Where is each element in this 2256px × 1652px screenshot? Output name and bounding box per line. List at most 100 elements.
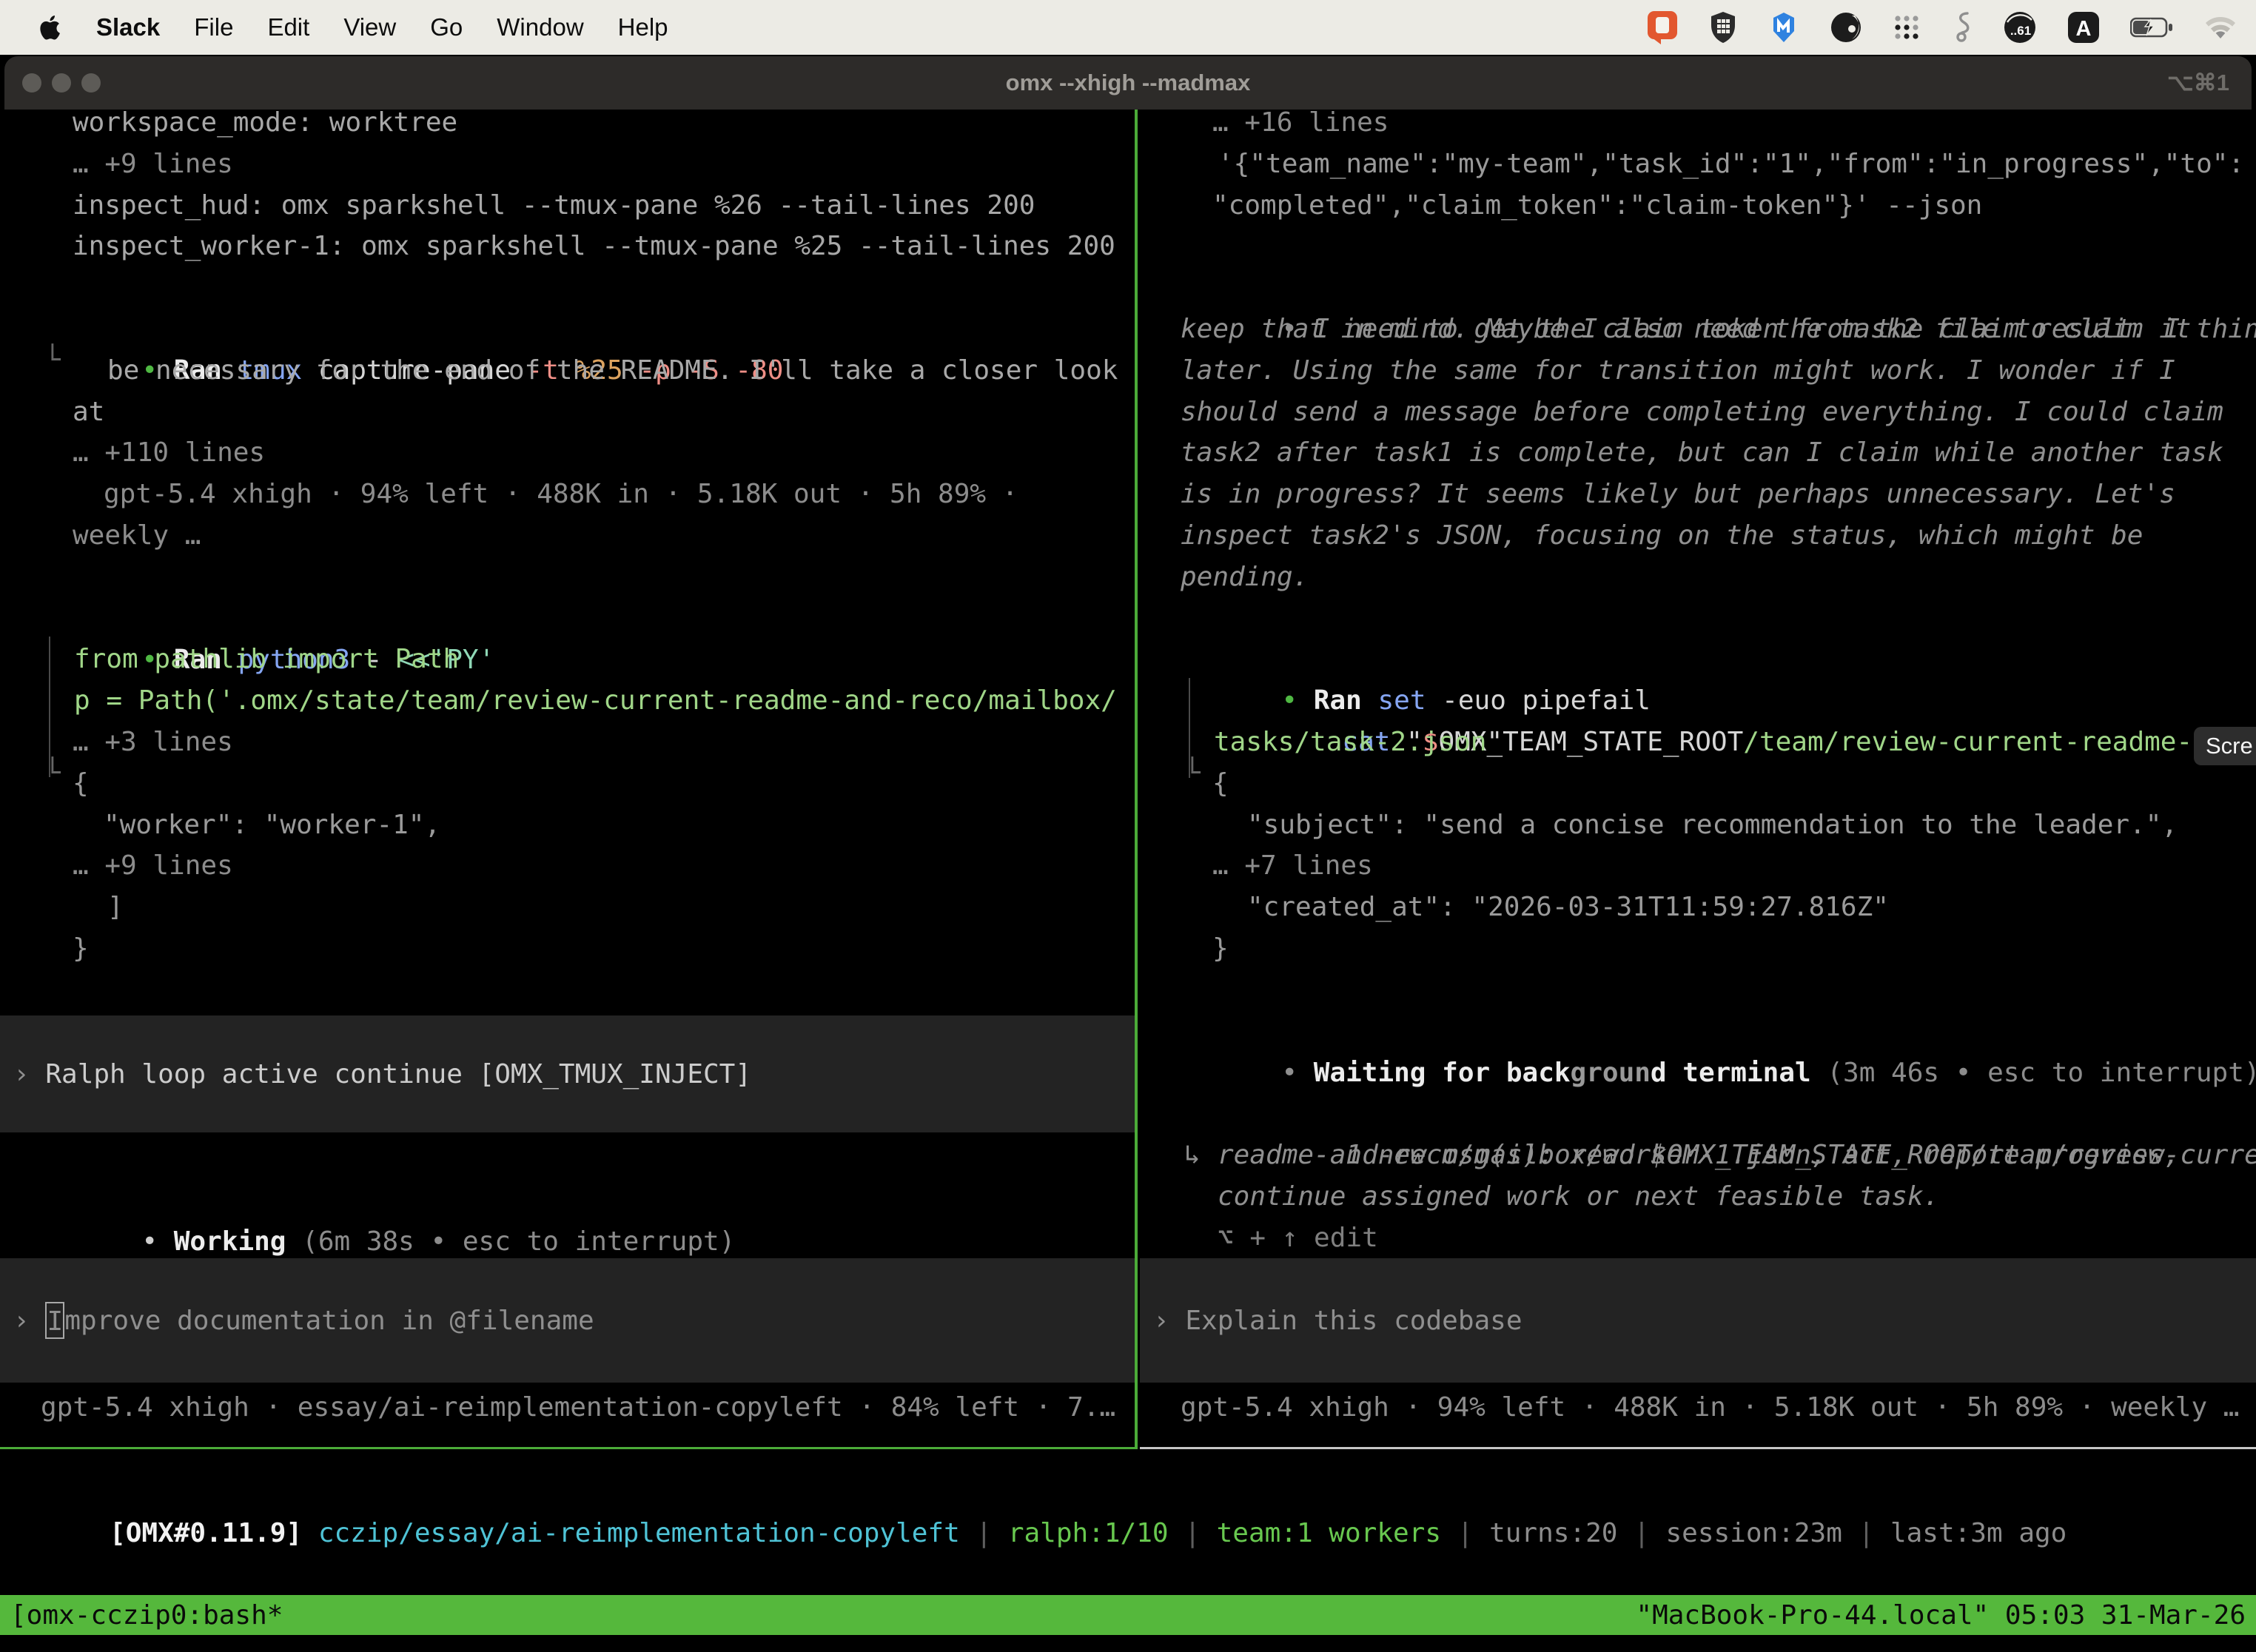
mailbox-msg-line: continue assigned work or next feasible … <box>1140 1176 2256 1218</box>
terminal-line: "completed","claim_token":"claim-token"}… <box>1140 185 2256 226</box>
menu-item-file[interactable]: File <box>194 13 233 41</box>
terminal-line: weekly … <box>0 515 1135 557</box>
corner-icon: └ <box>44 753 61 794</box>
wifi-icon[interactable] <box>2204 16 2237 39</box>
edit-hint-line: ⌥ + ↑ edit <box>1140 1218 2256 1259</box>
model-status-right: gpt-5.4 xhigh · 94% left · 488K in · 5.1… <box>1140 1387 2239 1428</box>
omx-version: [OMX#0.11.9] <box>110 1518 302 1548</box>
text-cursor: I <box>45 1302 64 1339</box>
waiting-bullet-icon: • <box>1281 1058 1297 1088</box>
battery-charging-icon[interactable] <box>2130 16 2175 38</box>
working-bullet-icon: • <box>141 1226 158 1257</box>
tmux-session-window: [omx-cczip0:bash* <box>10 1600 283 1631</box>
terminal-line: cat "$OMX_TEAM_STATE_ROOT/team/review-cu… <box>1140 680 2256 722</box>
ran-tmux-line: • Ran tmux capture-pane -t %25 -p -S -80 <box>0 309 1135 350</box>
screen-tooltip: Scre <box>2194 727 2256 765</box>
menu-app-name[interactable]: Slack <box>96 13 160 41</box>
corner-icon: └ <box>44 340 61 381</box>
prompt-input-right[interactable]: › Explain this codebase <box>1140 1258 2256 1383</box>
thinking-line: should send a message before completing … <box>1140 392 2256 433</box>
thinking-line: later. Using the same for transition mig… <box>1140 350 2256 392</box>
blue-bolt-icon[interactable] <box>1767 11 1800 44</box>
banner-prompt-icon: › <box>0 1059 30 1089</box>
tmux-status-bar: [omx-cczip0:bash* "MacBook-Pro-44.local"… <box>0 1595 2256 1635</box>
omx-session-time: session:23m <box>1665 1518 1842 1548</box>
pane-left[interactable]: workspace_mode: worktree … +9 lines insp… <box>0 110 1135 1447</box>
thinking-line: task2 after task1 is complete, but can I… <box>1140 432 2256 474</box>
terminal-line: … +9 lines <box>0 144 1135 185</box>
terminal-line: └{ <box>0 763 1135 805</box>
screen: Slack File Edit View Go Window Help <box>0 0 2256 1652</box>
input-prompt-icon: › <box>0 1306 30 1336</box>
window-title-bar[interactable]: omx --xhigh --madmax ⌥⌘1 <box>4 56 2252 110</box>
menu-left: Slack File Edit View Go Window Help <box>0 11 668 44</box>
terminal-line: } <box>0 928 1135 970</box>
thinking-line: keep that in mind. Maybe I also need the… <box>1140 309 2256 350</box>
terminal: workspace_mode: worktree … +9 lines insp… <box>0 110 2256 1652</box>
model-status-left: gpt-5.4 xhigh · essay/ai-reimplementatio… <box>0 1387 1115 1428</box>
pane-divider[interactable] <box>1135 110 1138 1449</box>
waiting-status-line: • Waiting for background terminal (3m 46… <box>1140 1011 2256 1052</box>
thinking-line: inspect task2's JSON, focusing on the st… <box>1140 515 2256 557</box>
terminal-line: workspace_mode: worktree <box>0 110 1135 144</box>
ran-python-line: • Ran python3 - <<'PY' <box>0 598 1135 639</box>
terminal-line: } <box>1140 928 2256 970</box>
badge-61-text: ..61 <box>2010 24 2031 38</box>
letter-a-icon[interactable]: A <box>2067 10 2101 44</box>
menu-item-help[interactable]: Help <box>618 13 668 41</box>
window-title: omx --xhigh --madmax <box>4 56 2252 110</box>
crescent-icon[interactable] <box>1830 11 1862 44</box>
terminal-line: "created_at": "2026-03-31T11:59:27.816Z" <box>1140 887 2256 928</box>
menu-bar: Slack File Edit View Go Window Help <box>0 0 2256 55</box>
prompt-input-left[interactable]: › Improve documentation in @filename <box>0 1258 1135 1383</box>
tooltip-text: Scre <box>2206 733 2253 759</box>
terminal-line: … +16 lines <box>1140 110 2256 144</box>
tmux-host-clock: "MacBook-Pro-44.local" 05:03 31-Mar-26 <box>1636 1600 2246 1631</box>
ran-set-line: • Ran set -euo pipefail <box>1140 639 2256 680</box>
omx-team-workers: team:1 workers <box>1217 1518 1441 1548</box>
pane-right[interactable]: … +16 lines '{"team_name":"my-team","tas… <box>1140 110 2256 1447</box>
window-shortcut: ⌥⌘1 <box>2167 56 2229 110</box>
terminal-line: ] <box>0 887 1135 928</box>
terminal-line: tasks/task-2.json" <box>1140 722 2256 763</box>
terminal-line: at <box>0 392 1135 433</box>
omx-turns: turns:20 <box>1489 1518 1617 1548</box>
menu-item-view[interactable]: View <box>343 13 396 41</box>
terminal-line: … +110 lines <box>0 432 1135 474</box>
mailbox-msg-line: ↳1 new msg(s): read $OMX_TEAM_STATE_ROOT… <box>1140 1093 2256 1135</box>
terminal-line: gpt-5.4 xhigh · 94% left · 488K in · 5.1… <box>0 474 1135 515</box>
omx-session-name: cczip/essay/ai-reimplementation-copyleft <box>318 1518 960 1548</box>
terminal-line: … +3 lines <box>0 722 1135 763</box>
letter-a-text: A <box>2076 17 2092 41</box>
pane-border-right <box>1140 1447 2256 1449</box>
apple-menu-icon[interactable] <box>34 11 62 44</box>
terminal-line: └{ <box>1140 763 2256 805</box>
dots-grid-icon[interactable] <box>1892 13 1921 42</box>
hook-icon[interactable] <box>1951 10 1973 44</box>
terminal-line: "worker": "worker-1", <box>0 805 1135 846</box>
menu-item-edit[interactable]: Edit <box>267 13 309 41</box>
corner-icon: └ <box>1184 753 1201 794</box>
terminal-line: … +7 lines <box>1140 845 2256 887</box>
omx-status-bar: [OMX#0.11.9] cczip/essay/ai-reimplementa… <box>0 1471 2256 1513</box>
omx-ralph-counter: ralph:1/10 <box>1008 1518 1169 1548</box>
omx-last-activity: last:3m ago <box>1890 1518 2067 1548</box>
input-placeholder: Explain this codebase <box>1169 1306 1523 1336</box>
terminal-line: inspect_worker-1: omx sparkshell --tmux-… <box>0 226 1135 267</box>
terminal-line: … +9 lines <box>0 845 1135 887</box>
input-placeholder: mprove documentation in @filename <box>64 1306 594 1336</box>
menu-item-go[interactable]: Go <box>430 13 463 41</box>
chat-app-icon[interactable] <box>1646 10 1679 45</box>
menu-item-window[interactable]: Window <box>497 13 583 41</box>
terminal-line: '{"team_name":"my-team","task_id":"1","f… <box>1140 144 2256 185</box>
terminal-line: p = Path('.omx/state/team/review-current… <box>0 680 1135 722</box>
terminal-line: from pathlib import Path <box>0 639 1135 680</box>
terminal-line: inspect_hud: omx sparkshell --tmux-pane … <box>0 185 1135 226</box>
menu-status-icons: ..61 A <box>1646 10 2256 45</box>
pane-border-left <box>0 1447 1138 1449</box>
badge-61-icon[interactable]: ..61 <box>2003 10 2037 44</box>
mailbox-msg-line: readme-and-reco/mailbox/worker-1.json, a… <box>1140 1135 2256 1176</box>
thinking-line: • I need to get the claim token from the… <box>1140 267 2256 309</box>
shield-grid-icon[interactable] <box>1708 10 1738 44</box>
thinking-line: is in progress? It seems likely but perh… <box>1140 474 2256 515</box>
